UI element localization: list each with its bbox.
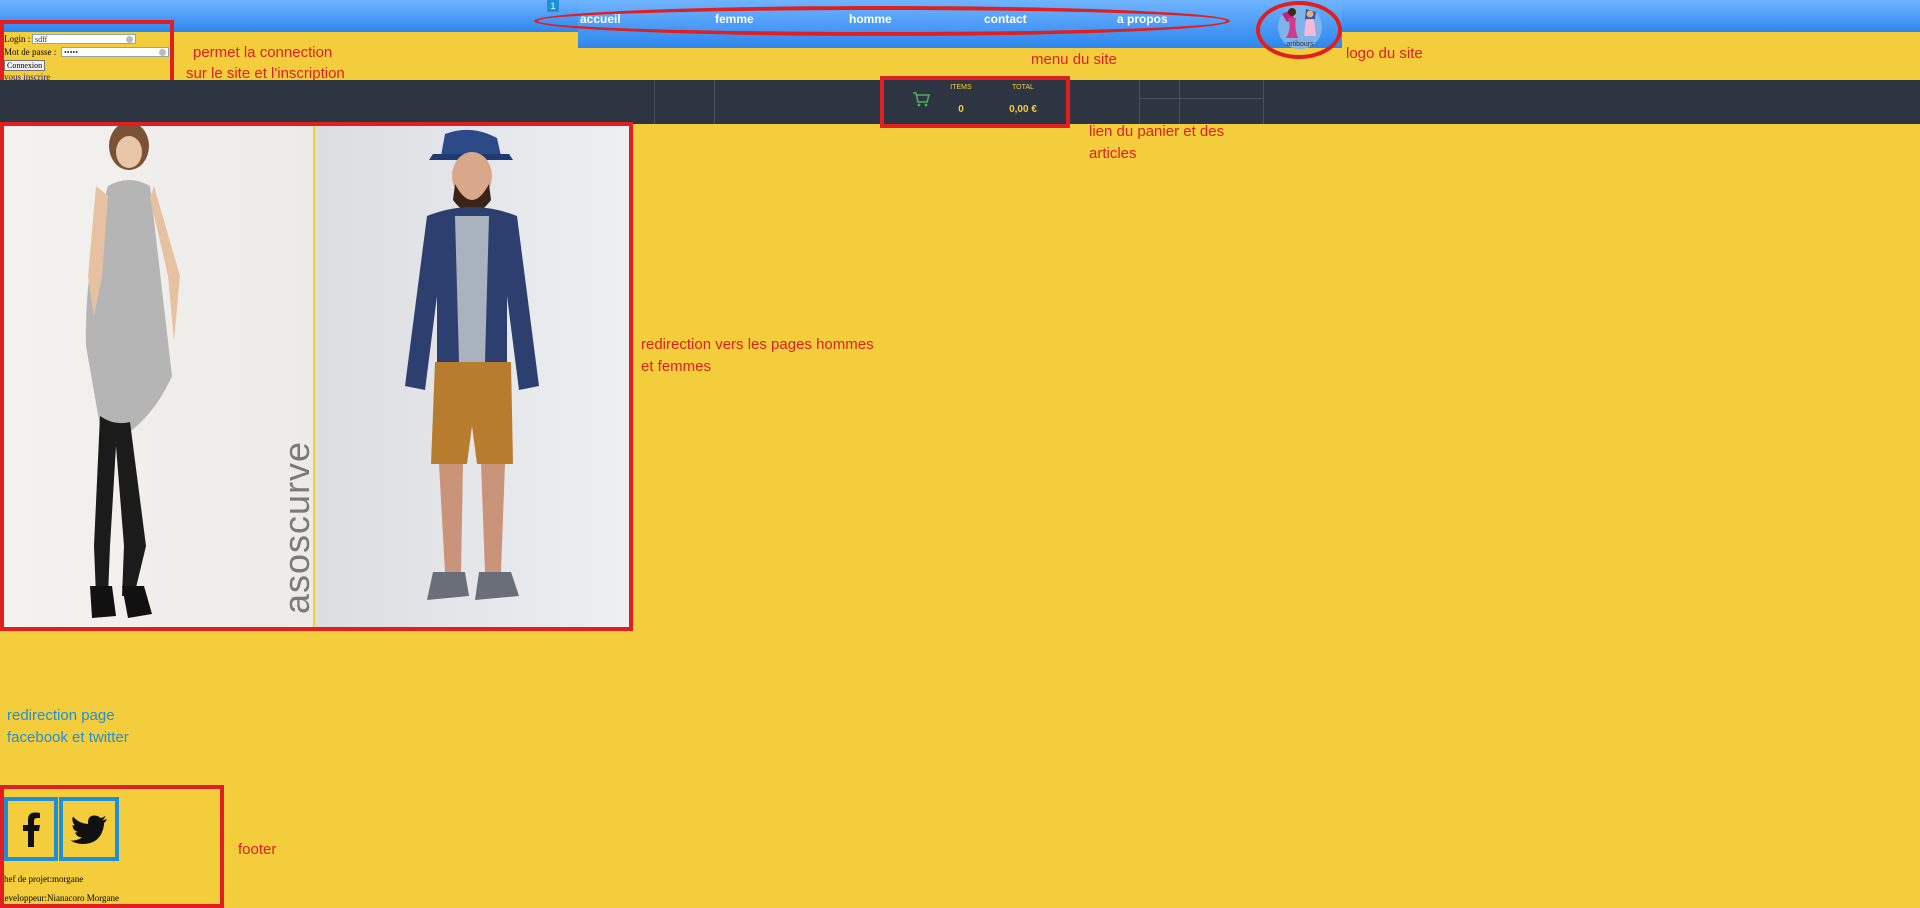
autofill-icon	[126, 36, 133, 43]
login-form: Login : sdff Mot de passe : ••••• Connex…	[0, 20, 174, 86]
annotation-logo: logo du site	[1346, 45, 1423, 62]
logo-annotation-ellipse	[1256, 1, 1342, 59]
menu-annotation-ellipse	[534, 6, 1230, 36]
top-marker: 1	[547, 0, 559, 12]
login-label: Login :	[4, 34, 31, 44]
hero-annotation-box	[0, 122, 633, 631]
bar-divider	[654, 80, 655, 124]
annotation-cart-line1: lien du panier et des	[1089, 123, 1225, 140]
annotation-footer: footer	[238, 841, 277, 858]
annotation-cart-line2: articles	[1089, 145, 1137, 162]
bar-divider	[1139, 98, 1263, 99]
password-input[interactable]: •••••	[61, 47, 169, 57]
bar-divider	[1263, 80, 1264, 124]
bar-divider	[1139, 80, 1140, 124]
bar-divider	[1179, 80, 1180, 124]
login-input[interactable]: sdff	[32, 34, 136, 44]
bar-divider	[714, 80, 715, 124]
annotation-hero-line1: redirection vers les pages hommes	[641, 336, 874, 353]
cart-annotation-box	[880, 76, 1070, 128]
annotation-social-line1: redirection page	[7, 707, 115, 724]
password-label: Mot de passe :	[4, 47, 57, 57]
footer-annotation-box	[0, 785, 224, 908]
annotation-login-line1: permet la connection	[193, 44, 333, 61]
annotation-hero-line2: et femmes	[641, 358, 712, 375]
login-button[interactable]: Connexion	[4, 60, 46, 71]
autofill-icon	[159, 49, 166, 56]
annotation-menu: menu du site	[1031, 51, 1117, 68]
annotation-social-line2: facebook et twitter	[7, 729, 129, 746]
